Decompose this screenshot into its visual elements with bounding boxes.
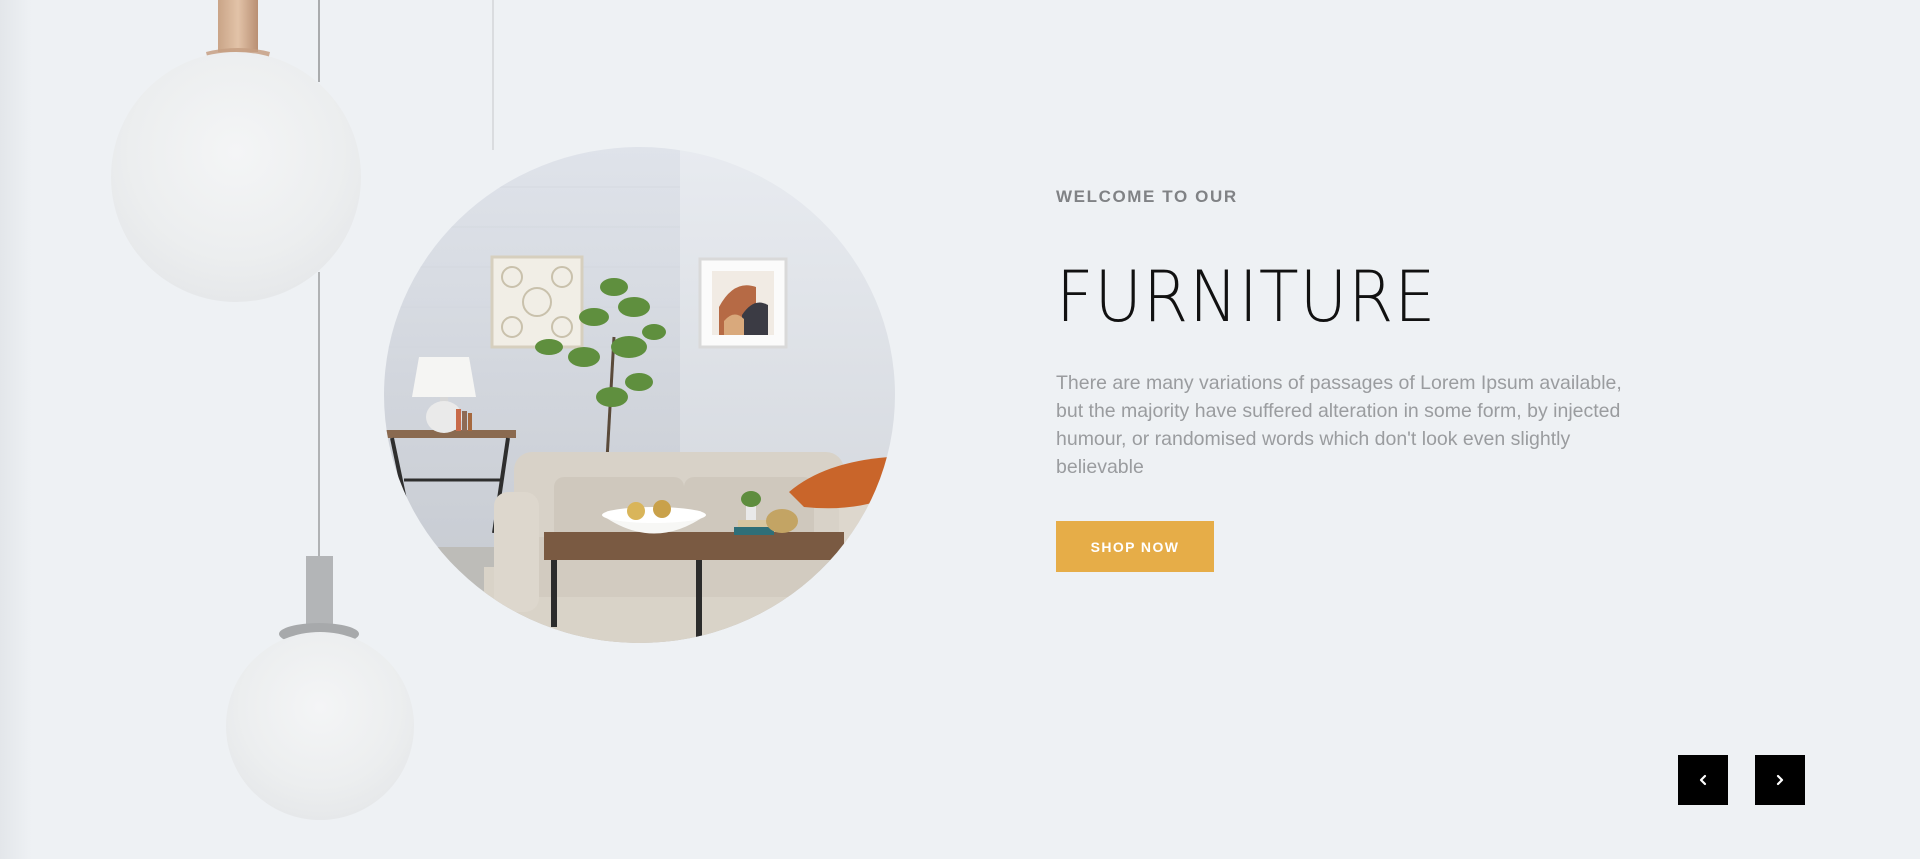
- living-room-photo: [384, 147, 895, 643]
- hero-banner: WELCOME TO OUR FURNITURE There are many …: [0, 0, 1920, 859]
- hero-content: WELCOME TO OUR FURNITURE There are many …: [1056, 186, 1656, 481]
- chevron-right-icon: [1776, 774, 1784, 786]
- chevron-left-icon: [1699, 774, 1707, 786]
- slider-prev-button[interactable]: [1678, 755, 1728, 805]
- shop-now-button[interactable]: SHOP NOW: [1056, 521, 1214, 572]
- slider-next-button[interactable]: [1755, 755, 1805, 805]
- hero-headline: FURNITURE: [1056, 256, 1437, 338]
- hero-description: There are many variations of passages of…: [1056, 372, 1622, 478]
- hero-eyebrow: WELCOME TO OUR: [1056, 187, 1238, 206]
